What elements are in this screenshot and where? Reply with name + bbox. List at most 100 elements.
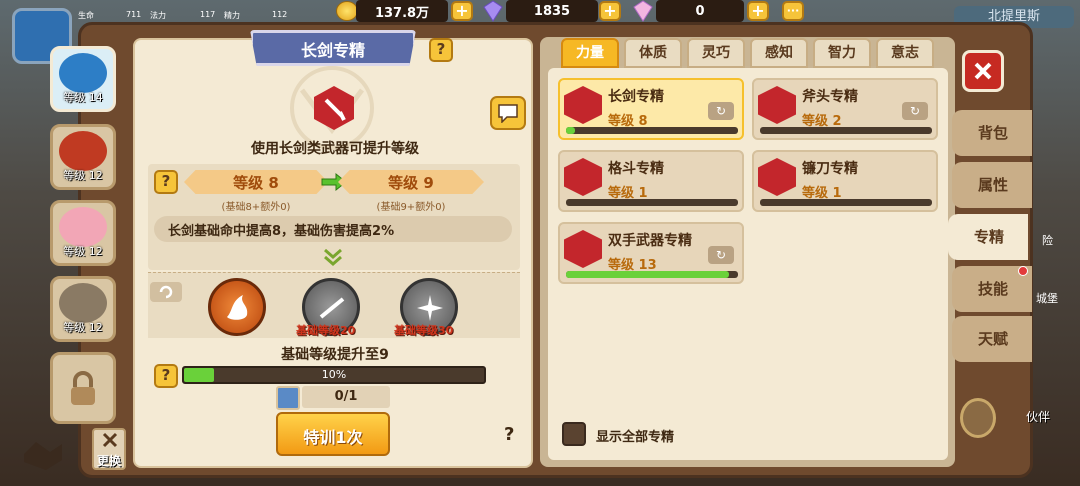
tab-willpower[interactable]: 意志 [876, 38, 934, 68]
skill-progress-bar [760, 199, 932, 206]
refresh-button[interactable] [150, 282, 182, 302]
handshake-icon[interactable] [20, 434, 66, 474]
character-avatar[interactable]: 等级 12 [50, 200, 116, 266]
close-button[interactable] [962, 50, 1004, 92]
mp-value: 117 [200, 10, 216, 19]
level-to-detail: (基础9+额外0) [376, 202, 446, 213]
skill-progress-bar [566, 127, 738, 134]
locked-slot[interactable] [50, 352, 116, 424]
skill-progress-fill [566, 271, 730, 278]
skill-name: 双手武器专精 [608, 233, 692, 249]
skill-card-longsword[interactable]: 长剑专精 等级 8 ↻ [558, 78, 744, 140]
skill-progress-bar [566, 271, 738, 278]
item-count: 0/1 [334, 389, 358, 404]
show-all-label: 显示全部专精 [596, 430, 675, 445]
skill-description: 使用长剑类武器可提升等级 [251, 141, 419, 157]
fist-icon [564, 158, 602, 196]
side-tab-specialization[interactable]: 专精 [948, 214, 1028, 260]
burst-icon [417, 295, 443, 321]
progress-help-button[interactable]: ? [154, 364, 178, 388]
skill-card-scythe[interactable]: 镰刀专精 等级 1 [752, 150, 938, 212]
character-level: 等级 14 [63, 91, 103, 104]
longsword-skill-icon [314, 86, 354, 130]
progress-label: 10% [321, 368, 347, 381]
title-help-button[interactable]: ? [429, 38, 453, 62]
level-from-detail: (基础8+额外0) [221, 202, 291, 213]
stamina-value: 112 [272, 10, 288, 19]
level-from-ribbon: 等级 8 [184, 170, 328, 194]
gold-coin-icon [336, 1, 358, 21]
chevron-down-icon [324, 248, 342, 266]
character-level: 等级 12 [63, 245, 103, 258]
level-to: 等级 9 [388, 174, 434, 192]
side-tab-bag[interactable]: 背包 [952, 110, 1032, 156]
chat-bubble-icon [498, 104, 518, 123]
character-avatar[interactable]: 等级 12 [50, 276, 116, 342]
skill-progress-bar [760, 127, 932, 134]
info-question[interactable]: ? [504, 424, 514, 445]
train-button-label: 特训1次 [303, 428, 363, 447]
show-all-checkbox[interactable] [562, 422, 586, 446]
training-item-icon [276, 386, 300, 410]
partner-label: 伙伴 [1026, 410, 1051, 424]
bg-label: 城堡 [1036, 292, 1058, 305]
tab-strength[interactable]: 力量 [561, 38, 619, 68]
level-help-button[interactable]: ? [154, 170, 178, 194]
side-tab-attributes[interactable]: 属性 [952, 162, 1032, 208]
skill-req-1: 基础等级20 [296, 324, 356, 337]
item-count-box: 0/1 [302, 386, 390, 408]
partner-button[interactable] [960, 398, 996, 438]
bg-label: 险 [1042, 234, 1053, 247]
add-diamond-button[interactable]: + [599, 1, 621, 21]
tab-dexterity[interactable]: 灵巧 [687, 38, 745, 68]
character-avatar[interactable]: 等级 12 [50, 124, 116, 190]
skill-card-two-handed[interactable]: 双手武器专精 等级 13 ↻ [558, 222, 744, 284]
effect-text: 长剑基础命中提高8，基础伤害提高2% [168, 224, 395, 239]
slash-icon [319, 297, 345, 319]
tab-constitution[interactable]: 体质 [624, 38, 682, 68]
axe-icon [758, 86, 796, 124]
switch-icon[interactable]: ↻ [708, 246, 734, 264]
mp-label: 法力 [150, 11, 166, 20]
switch-icon[interactable]: ↻ [902, 102, 928, 120]
tab-perception[interactable]: 感知 [750, 38, 808, 68]
swap-label: 更换 [96, 454, 121, 468]
effect-box: 长剑基础命中提高8，基础伤害提高2% [154, 216, 512, 242]
upgrade-progress-bar: 10% [182, 366, 486, 384]
add-rainbow-gem-button[interactable]: + [747, 1, 769, 21]
character-level: 等级 12 [63, 169, 103, 182]
skill-name: 长剑专精 [608, 89, 664, 105]
skill-card-axe[interactable]: 斧头专精 等级 2 ↻ [752, 78, 938, 140]
upgrade-text: 基础等级提升至9 [281, 347, 389, 363]
character-level: 等级 12 [63, 321, 103, 334]
diamond-amount: 1835 [506, 0, 598, 22]
skill-name: 镰刀专精 [802, 161, 858, 177]
swap-button[interactable]: 更换 [92, 428, 126, 470]
rainbow-gem-amount: 0 [656, 0, 744, 22]
more-menu-button[interactable]: ··· [782, 1, 804, 21]
skill-orb-fire[interactable] [208, 278, 266, 336]
detail-title: 长剑专精 [300, 41, 365, 60]
two-handed-weapon-icon [564, 230, 602, 268]
chat-button[interactable] [490, 96, 526, 130]
train-button[interactable]: 特训1次 [276, 412, 390, 456]
notification-dot [1018, 266, 1028, 276]
scythe-icon [758, 158, 796, 196]
refresh-icon [159, 285, 173, 299]
lock-icon [71, 371, 95, 405]
level-to-ribbon: 等级 9 [338, 170, 484, 194]
flame-icon [227, 295, 248, 320]
skill-card-fist[interactable]: 格斗专精 等级 1 [558, 150, 744, 212]
switch-icon[interactable]: ↻ [708, 102, 734, 120]
skill-name: 格斗专精 [608, 161, 664, 177]
longsword-icon [564, 86, 602, 124]
hp-value: 711 [126, 10, 142, 19]
close-icon [974, 62, 992, 80]
swap-icon [102, 432, 118, 448]
character-avatar[interactable]: 等级 14 [50, 46, 116, 112]
side-tab-talent[interactable]: 天赋 [952, 316, 1032, 362]
add-gold-button[interactable]: + [451, 1, 473, 21]
hp-label: 生命 [78, 11, 94, 20]
tab-intelligence[interactable]: 智力 [813, 38, 871, 68]
skill-req-2: 基础等级30 [394, 324, 454, 337]
